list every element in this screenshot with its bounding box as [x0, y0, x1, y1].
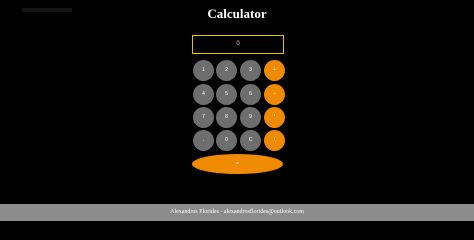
calculator-display: 0 — [192, 35, 284, 54]
key-7[interactable]: 7 — [193, 107, 214, 128]
key-subtract[interactable]: - — [264, 84, 285, 105]
key-0[interactable]: 0 — [216, 130, 237, 151]
page-title: Calculator — [207, 6, 267, 21]
key-decimal[interactable]: . — [193, 130, 214, 151]
calculator-page: Calculator 0 1 2 3 + 4 5 6 - 7 8 9 * . 0… — [0, 0, 474, 221]
key-6[interactable]: 6 — [240, 84, 261, 105]
key-1[interactable]: 1 — [193, 60, 214, 81]
key-add[interactable]: + — [264, 60, 285, 81]
key-clear[interactable]: C — [240, 130, 261, 151]
key-2[interactable]: 2 — [216, 60, 237, 81]
key-8[interactable]: 8 — [216, 107, 237, 128]
key-multiply[interactable]: * — [264, 107, 285, 128]
key-5[interactable]: 5 — [216, 84, 237, 105]
key-9[interactable]: 9 — [240, 107, 261, 128]
key-equals[interactable]: = — [192, 154, 283, 174]
key-3[interactable]: 3 — [240, 60, 261, 81]
key-divide[interactable]: / — [264, 130, 285, 151]
footer-bar: Alexandros Florides - alexandrosflorides… — [0, 204, 474, 221]
key-4[interactable]: 4 — [193, 84, 214, 105]
